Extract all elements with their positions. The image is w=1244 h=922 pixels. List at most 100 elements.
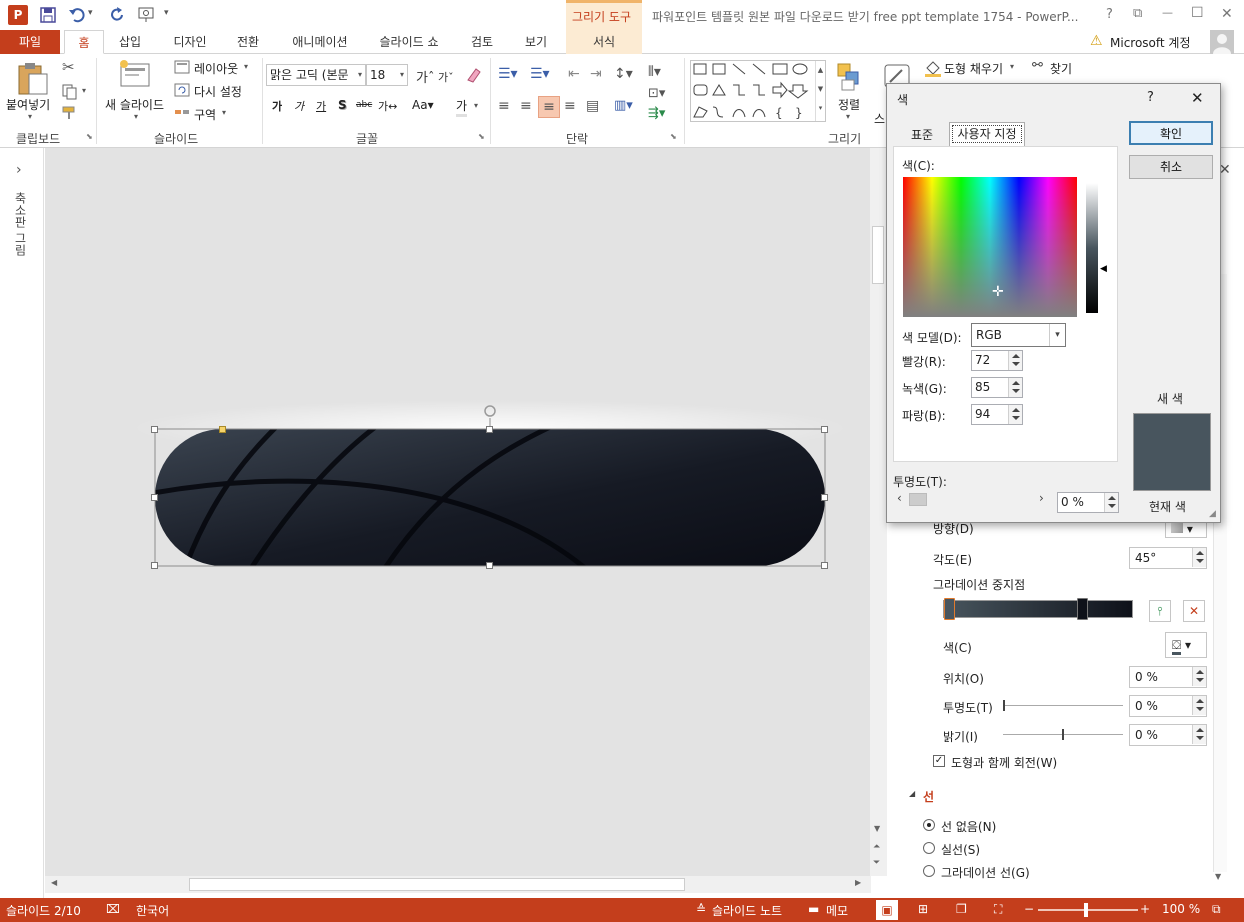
gradient-line-label[interactable]: 그라데이션 선(G)	[941, 864, 1030, 881]
color-spectrum[interactable]: ✛	[903, 177, 1077, 317]
line-spacing-icon[interactable]: ↕▾	[614, 66, 633, 82]
spell-check-icon[interactable]: ⌧	[106, 902, 120, 916]
notes-button[interactable]: 슬라이드 노트	[712, 902, 782, 919]
shape-fill-icon[interactable]	[924, 59, 942, 77]
spin-arrows-icon[interactable]	[1008, 405, 1022, 424]
shadow-icon[interactable]: S	[338, 98, 347, 112]
thumbnails-label[interactable]: 축소판 그림	[12, 192, 29, 256]
vertical-scrollbar[interactable]: ▼ ⏶ ⏷	[870, 148, 887, 876]
resize-handle[interactable]	[821, 562, 828, 569]
zoom-slider-thumb[interactable]	[1084, 903, 1088, 917]
normal-view-button[interactable]: ▣	[876, 900, 898, 920]
spin-arrows-icon[interactable]	[1192, 725, 1206, 744]
tab-file[interactable]: 파일	[0, 30, 60, 54]
next-slide-icon[interactable]: ⏷	[873, 858, 880, 868]
layout-label[interactable]: 레이아웃	[194, 60, 238, 77]
strikethrough-icon[interactable]: abc	[356, 100, 372, 110]
new-slide-label[interactable]: 새 슬라이드	[105, 96, 164, 113]
scroll-thumb[interactable]	[189, 878, 685, 891]
align-center-icon[interactable]: ≡	[520, 98, 532, 114]
reset-icon[interactable]	[174, 83, 190, 97]
tab-transitions[interactable]: 전환	[226, 30, 270, 54]
resize-handle[interactable]	[151, 426, 158, 433]
bold-icon[interactable]: 가	[272, 98, 282, 114]
font-name-combo[interactable]: 맑은 고딕 (본문 ▾	[266, 64, 366, 86]
gradient-line-radio[interactable]	[923, 865, 935, 877]
position-spinner[interactable]: 0 %	[1129, 666, 1207, 688]
resize-handle[interactable]	[151, 494, 158, 501]
increase-indent-icon[interactable]: ⇥	[590, 66, 602, 82]
copy-icon[interactable]	[62, 84, 78, 100]
gradient-stop-2[interactable]	[1077, 598, 1088, 620]
language-indicator[interactable]: 한국어	[136, 902, 169, 919]
slide-canvas[interactable]	[45, 148, 871, 876]
ribbon-display-options-icon[interactable]: ⧉	[1133, 6, 1142, 21]
reset-label[interactable]: 다시 설정	[194, 83, 242, 100]
powerpoint-logo-icon[interactable]: P	[8, 5, 28, 25]
resize-handle[interactable]	[821, 494, 828, 501]
shape-fill-dropdown-icon[interactable]: ▾	[1010, 62, 1014, 71]
cancel-button[interactable]: 취소	[1129, 155, 1213, 179]
slide-sorter-view-icon[interactable]: ⊞	[918, 902, 928, 916]
slider-thumb[interactable]	[1003, 700, 1005, 711]
no-line-radio[interactable]	[923, 819, 935, 831]
slider-right-icon[interactable]: ›	[1039, 491, 1044, 505]
expand-thumbnails-icon[interactable]: ›	[16, 162, 22, 178]
chevron-down-icon[interactable]: ▾	[400, 65, 404, 85]
resize-handle[interactable]	[151, 562, 158, 569]
transparency-thumb[interactable]	[909, 493, 927, 506]
luminance-bar[interactable]	[1086, 183, 1098, 313]
gallery-scroll[interactable]: ▲ ▼ ▾	[815, 61, 825, 121]
horizontal-scrollbar[interactable]: ◀ ▶	[45, 876, 871, 893]
dialog-help-button[interactable]: ?	[1147, 90, 1154, 105]
slideshow-view-icon[interactable]: ⛶	[994, 902, 1002, 917]
help-button[interactable]: ?	[1106, 7, 1113, 22]
comments-icon[interactable]: ▬	[808, 902, 819, 916]
tab-home[interactable]: 홈	[64, 30, 104, 54]
remove-stop-button[interactable]: ✕	[1183, 600, 1205, 622]
scroll-thumb[interactable]	[872, 226, 884, 284]
collapse-section-icon[interactable]: ◢	[909, 789, 915, 798]
new-slide-icon[interactable]	[118, 58, 152, 92]
tab-insert[interactable]: 삽입	[110, 30, 150, 54]
paste-label[interactable]: 붙여넣기	[6, 96, 50, 113]
find-label[interactable]: 찾기	[1050, 60, 1072, 77]
tab-design[interactable]: 디자인	[164, 30, 216, 54]
spin-arrows-icon[interactable]	[1008, 378, 1022, 397]
distributed-icon[interactable]: ▤	[586, 98, 599, 114]
underline-icon[interactable]: 가	[316, 98, 326, 114]
align-text-icon[interactable]: ⊡▾	[648, 86, 665, 101]
notes-icon[interactable]: ≙	[696, 902, 706, 916]
brightness-spinner[interactable]: 0 %	[1129, 724, 1207, 746]
tab-custom[interactable]: 사용자 지정	[949, 122, 1025, 146]
grow-font-icon[interactable]: 가ˆ	[416, 67, 434, 86]
color-model-dropdown[interactable]: RGB ▾	[971, 323, 1066, 347]
account-name[interactable]: Microsoft 계정	[1110, 34, 1191, 51]
clear-formatting-icon[interactable]	[464, 66, 482, 84]
arrange-label[interactable]: 정렬	[838, 96, 860, 113]
slider-left-icon[interactable]: ‹	[897, 491, 902, 505]
resize-handle[interactable]	[821, 426, 828, 433]
font-color-dropdown-icon[interactable]: ▾	[474, 101, 478, 110]
avatar[interactable]	[1210, 30, 1234, 54]
bullets-icon[interactable]: ☰▾	[498, 66, 518, 82]
rotate-with-shape-checkbox[interactable]: ✓	[933, 755, 945, 767]
decrease-indent-icon[interactable]: ⇤	[568, 66, 580, 82]
quick-styles-label[interactable]: 스	[874, 110, 885, 127]
close-window-button[interactable]: ✕	[1221, 6, 1233, 22]
new-slide-dropdown-icon[interactable]: ▾	[134, 112, 138, 121]
shape-fill-label[interactable]: 도형 채우기	[944, 60, 1003, 77]
shapes-gallery[interactable]: {} ▲ ▼ ▾	[690, 60, 826, 122]
slide[interactable]	[45, 148, 871, 876]
section-icon[interactable]	[174, 106, 190, 120]
luminance-pointer-icon[interactable]: ◀	[1100, 264, 1107, 274]
slider-thumb[interactable]	[1062, 729, 1064, 740]
spin-arrows-icon[interactable]	[1192, 548, 1206, 567]
dialog-close-button[interactable]: ✕	[1191, 89, 1204, 107]
line-section-title[interactable]: 선	[923, 788, 934, 805]
scroll-down-icon[interactable]: ▼	[874, 824, 880, 833]
shrink-font-icon[interactable]: 가ˇ	[438, 69, 454, 85]
zoom-level[interactable]: 100 %	[1162, 902, 1200, 916]
spin-arrows-icon[interactable]	[1008, 351, 1022, 370]
arrange-dropdown-icon[interactable]: ▾	[846, 112, 850, 121]
